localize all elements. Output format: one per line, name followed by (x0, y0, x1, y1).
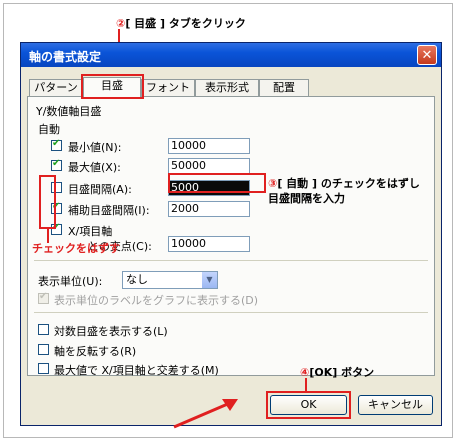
min-auto-checkbox[interactable] (51, 138, 62, 151)
display-unit-label-checkbox[interactable] (38, 291, 49, 304)
min-label: 最小値(N): (68, 141, 122, 154)
annotation-step3-number: ③ (268, 177, 278, 190)
cancel-button[interactable]: キャンセル (358, 395, 433, 415)
annotation-step3-line2: 目盛間隔を入力 (268, 192, 345, 205)
cross-value-input[interactable]: 10000 (168, 236, 250, 252)
annotation-step4-text: [OK] ボタン (309, 366, 375, 379)
section-title: Y/数値軸目盛 (36, 105, 102, 118)
close-button[interactable]: ✕ (417, 45, 437, 65)
annotation-step2: ②[ 目盛 ] タブをクリック (116, 15, 246, 31)
tab-pattern[interactable]: パターン (29, 79, 83, 96)
cross-at-max-checkbox[interactable] (38, 363, 49, 374)
annotation-uncheck: チェックをはずす (32, 242, 120, 255)
min-value-input[interactable]: 10000 (168, 138, 250, 154)
tab-alignment[interactable]: 配置 (259, 79, 309, 96)
ok-button[interactable]: OK (270, 395, 347, 415)
reverse-axis-checkbox[interactable] (38, 344, 49, 355)
axis-format-dialog: 軸の書式設定 ✕ パターン 目盛 フォント 表示形式 配置 Y/数値軸目盛 自動… (20, 42, 442, 426)
cross-at-max-label: 最大値で X/項目軸と交差する(M) (54, 364, 219, 377)
title-bar[interactable]: 軸の書式設定 ✕ (21, 43, 441, 67)
uncheck-highlight (39, 175, 56, 229)
annotation-step3: ③[ 自動 ] のチェックをはずし (268, 175, 420, 191)
major-unit-label: 目盛間隔(A): (68, 183, 132, 196)
display-unit-label: 表示単位(U): (38, 275, 103, 288)
dialog-title: 軸の書式設定 (29, 50, 102, 64)
log-scale-checkbox[interactable] (38, 324, 49, 335)
display-unit-label-checkbox-text: 表示単位のラベルをグラフに表示する(D) (54, 294, 259, 307)
pointer-arrow-icon (173, 399, 238, 429)
annotation-step2-text: [ 目盛 ] タブをクリック (125, 17, 246, 30)
minor-unit-label: 補助目盛間隔(I): (68, 204, 150, 217)
major-unit-highlight (168, 173, 266, 193)
tab-font[interactable]: フォント (141, 79, 195, 96)
annotation-step4: ④[OK] ボタン (300, 364, 374, 380)
reverse-axis-label: 軸を反転する(R) (54, 345, 137, 358)
display-unit-value: なし (126, 273, 148, 286)
scale-panel: Y/数値軸目盛 自動 最小値(N): 10000 最大値(X): 50000 目… (27, 96, 435, 377)
log-scale-label: 対数目盛を表示する(L) (54, 325, 168, 338)
divider-1 (34, 260, 428, 261)
tab-number-format[interactable]: 表示形式 (195, 79, 259, 96)
tab-scale-highlight (81, 74, 144, 99)
auto-label: 自動 (38, 123, 60, 136)
max-auto-checkbox[interactable] (51, 158, 62, 171)
x-axis-label: X/項目軸 (68, 225, 113, 238)
display-unit-select[interactable]: なし ▼ (122, 271, 218, 289)
divider-2 (34, 312, 428, 313)
max-value-input[interactable]: 50000 (168, 158, 250, 174)
max-label: 最大値(X): (68, 161, 121, 174)
chevron-down-icon[interactable]: ▼ (202, 272, 217, 288)
annotation-step3-line1: [ 自動 ] のチェックをはずし (277, 177, 420, 190)
annotation-step4-line (305, 378, 307, 391)
minor-unit-input[interactable]: 2000 (168, 201, 250, 217)
